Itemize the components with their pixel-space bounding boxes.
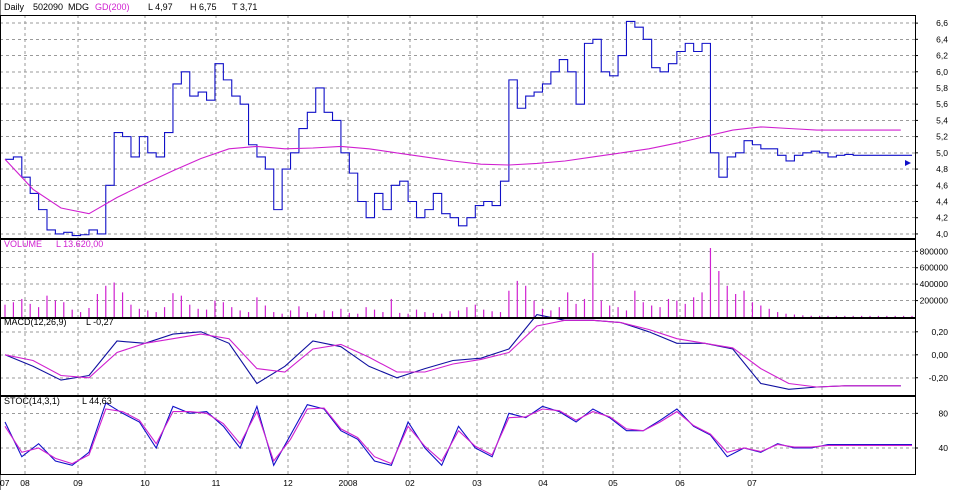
macd-value: L -0,27 <box>86 317 114 327</box>
y-axis-ticks: 6,6 6,4 6,2 6,0 5,8 5,6 5,4 5,2 5,0 4,8 4,6 4,4 4,2 4… <box>915 18 948 453</box>
series-line-d <box>4 407 912 465</box>
macd-label: MACD(12,26,9) <box>4 317 67 327</box>
volume-label: VOLUME <box>4 239 42 249</box>
x-tick-label: 2008 <box>339 478 358 488</box>
x-tick-label: 07 <box>747 478 757 488</box>
y-tick-label: 4,4 <box>936 197 948 207</box>
header-low: L 4,97 <box>148 2 173 12</box>
header-high: H 6,75 <box>190 2 217 12</box>
header-symbol: 502090 <box>33 2 63 12</box>
x-tick-label: 11 <box>212 478 221 488</box>
y-tick-label: 6,6 <box>936 18 948 28</box>
y-tick-label: 5,2 <box>936 132 948 142</box>
series-line-k <box>4 402 912 467</box>
panel-frames <box>0 0 916 490</box>
y-tick-label: 4,0 <box>936 229 948 239</box>
panel-frame <box>0 15 916 239</box>
x-tick-label: 12 <box>283 478 293 488</box>
grid <box>0 15 915 474</box>
x-tick-label: 09 <box>73 478 83 488</box>
panel-frame <box>0 396 916 475</box>
y-tick-label: 40 <box>939 443 949 453</box>
y-tick-label: 4,6 <box>936 180 948 190</box>
y-tick-label: 5,8 <box>936 83 948 93</box>
y-tick-label: 6,4 <box>936 34 948 44</box>
series-line-price <box>5 20 912 237</box>
stoc-value: L 44,63 <box>82 396 112 406</box>
y-tick-label: 4,2 <box>936 213 948 223</box>
y-tick-label: 0,20 <box>931 327 948 337</box>
x-tick-label: 06 <box>675 478 685 488</box>
y-tick-label: -0,20 <box>929 373 949 383</box>
volume-value: L 13.620,00 <box>56 239 103 249</box>
y-tick-label: 6,2 <box>936 51 948 61</box>
header-t: T 3,71 <box>232 2 257 12</box>
y-tick-label: 200000 <box>920 296 949 306</box>
x-tick-label: 07 <box>0 478 10 488</box>
y-tick-label: 0,00 <box>931 350 948 360</box>
x-axis-ticks: 07 08 09 10 11 12 2008 02 03 04 05 06 07 <box>0 478 757 488</box>
stoc-label: STOC(14,3,1) <box>4 396 60 406</box>
y-tick-label: 5,0 <box>936 148 948 158</box>
header-name: MDG <box>68 2 89 12</box>
panel-frame <box>0 318 916 396</box>
y-tick-label: 600000 <box>920 263 949 273</box>
y-tick-label: 800000 <box>920 246 949 256</box>
y-tick-label: 400000 <box>920 279 949 289</box>
y-tick-label: 80 <box>939 408 949 418</box>
x-tick-label: 08 <box>20 478 30 488</box>
series-line-signal <box>4 319 901 388</box>
x-tick-label: 04 <box>538 478 548 488</box>
header-period: Daily <box>4 2 25 12</box>
y-tick-label: 5,4 <box>936 115 948 125</box>
y-tick-label: 5,6 <box>936 99 948 109</box>
stock-chart: 6,6 6,4 6,2 6,0 5,8 5,6 5,4 5,2 5,0 4,8 4,6 4,4 4,2 4… <box>0 0 948 490</box>
x-tick-label: 05 <box>608 478 618 488</box>
x-tick-label: 03 <box>472 478 482 488</box>
y-tick-label: 4,8 <box>936 164 948 174</box>
header-ma-label: GD(200) <box>95 2 130 12</box>
last-price-marker <box>905 160 911 166</box>
y-tick-label: 6,0 <box>936 67 948 77</box>
x-tick-label: 10 <box>140 478 150 488</box>
x-tick-label: 02 <box>405 478 415 488</box>
